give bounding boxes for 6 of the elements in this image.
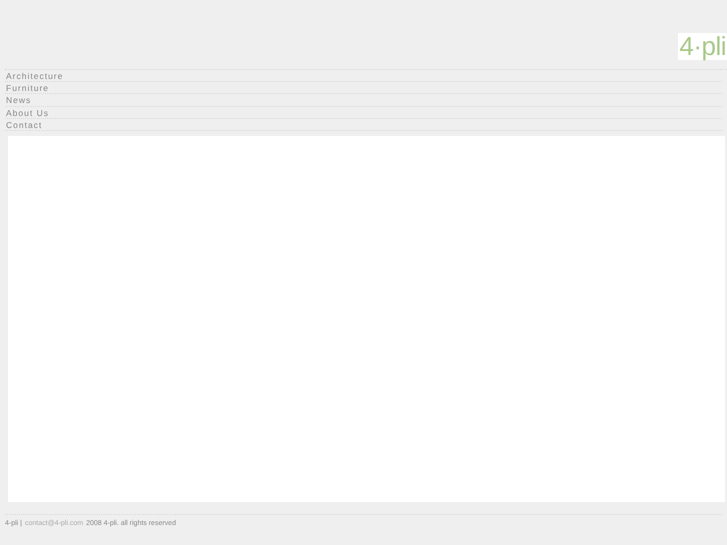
nav-link[interactable]: Architecture	[5, 70, 722, 82]
nav-link[interactable]: About Us	[5, 106, 722, 119]
nav-link[interactable]: Contact	[5, 118, 722, 131]
nav-link[interactable]: News	[5, 94, 722, 107]
logo[interactable]: 4·pli	[678, 33, 727, 60]
nav-link[interactable]: Furniture	[5, 82, 722, 94]
